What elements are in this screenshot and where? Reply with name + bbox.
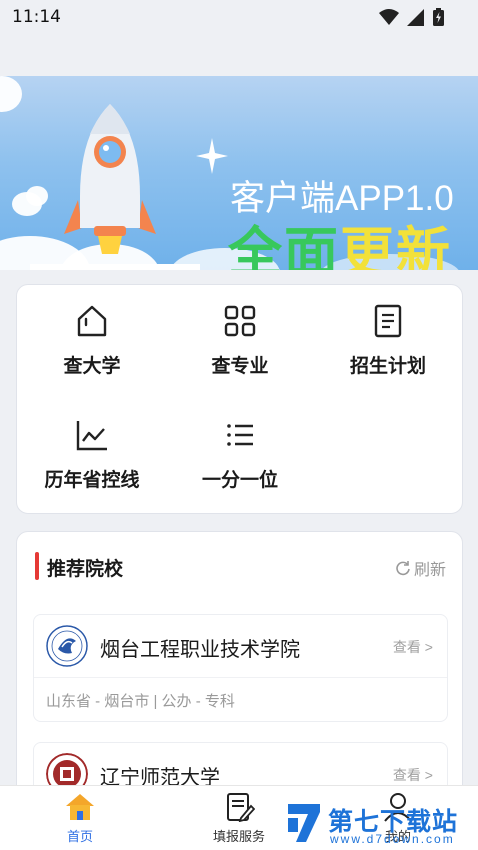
form-edit-icon — [227, 793, 255, 822]
banner-white-bar — [30, 264, 200, 270]
menu-item-score-ranking[interactable]: 一分一位 — [165, 417, 315, 492]
status-bar: 11:14 — [0, 0, 478, 34]
line-chart-icon — [76, 421, 107, 451]
school-meta: 山东省 - 烟台市 | 公办 - 专科 — [34, 677, 447, 721]
view-link[interactable]: 查看 > — [393, 637, 433, 657]
menu-item-label: 历年省控线 — [44, 470, 140, 491]
rocket-illustration — [64, 104, 156, 254]
menu-item-label: 一分一位 — [201, 470, 278, 491]
banner-subheadline-green: 全面 — [228, 223, 340, 270]
home-tab-icon — [66, 794, 94, 820]
status-icons — [379, 8, 444, 26]
list-icon — [227, 424, 253, 446]
tab-application-service[interactable]: 填报服务 — [184, 792, 294, 845]
school-logo-icon — [46, 625, 88, 667]
grid-icon — [224, 305, 256, 337]
banner[interactable]: 客户端APP1.0 全面更新 — [0, 76, 478, 270]
battery-icon — [433, 8, 444, 26]
cloud-decoration — [0, 76, 22, 112]
watermark-logo-icon — [288, 804, 320, 842]
watermark: 第七下载站 www.d7down.com — [282, 798, 478, 850]
cloud-decoration — [26, 186, 48, 206]
school-name: 烟台工程职业技术学院 — [100, 639, 300, 661]
watermark-url: www.d7down.com — [330, 832, 455, 846]
section-accent-bar — [35, 552, 39, 580]
menu-item-enrollment-plan[interactable]: 招生计划 — [313, 303, 463, 378]
banner-subheadline-yellow: 更新 — [340, 223, 452, 270]
menu-item-provincial-control-line[interactable]: 历年省控线 — [17, 417, 167, 492]
sparkle-icon — [196, 138, 228, 174]
menu-item-label: 招生计划 — [349, 356, 426, 377]
document-icon — [374, 304, 402, 338]
section-title: 推荐院校 — [47, 559, 124, 580]
view-link[interactable]: 查看 > — [393, 765, 433, 785]
menu-item-query-university[interactable]: 查大学 — [17, 303, 167, 378]
tab-label: 填报服务 — [212, 829, 265, 844]
banner-subheadline: 全面更新 — [228, 208, 452, 270]
quick-menu-card: 查大学 查专业 招生计划 历年省控线 一分一位 — [16, 284, 463, 514]
menu-item-label: 查专业 — [211, 356, 269, 377]
status-time: 11:14 — [12, 7, 61, 27]
tab-home[interactable]: 首页 — [25, 792, 135, 845]
refresh-label: 刷新 — [413, 562, 446, 579]
refresh-icon — [396, 561, 410, 576]
signal-icon — [407, 8, 424, 26]
menu-item-label: 查大学 — [63, 356, 121, 377]
school-card[interactable]: 烟台工程职业技术学院 查看 > 山东省 - 烟台市 | 公办 - 专科 — [33, 614, 448, 722]
refresh-button[interactable]: 刷新 — [395, 556, 446, 580]
menu-item-query-major[interactable]: 查专业 — [165, 303, 315, 378]
wifi-icon — [379, 8, 399, 25]
home-icon — [77, 305, 107, 337]
tab-label: 首页 — [66, 829, 93, 844]
